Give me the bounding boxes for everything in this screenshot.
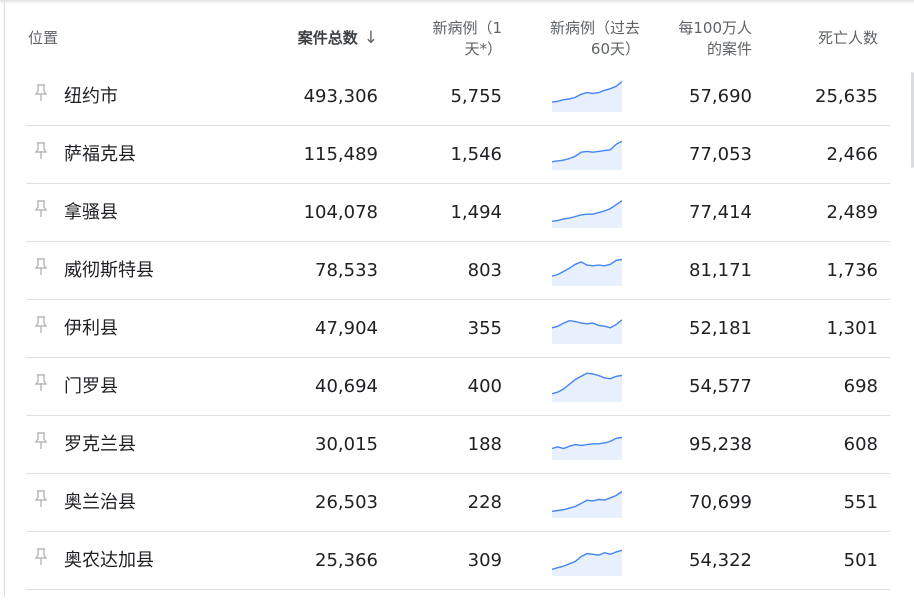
new-cases-1d-value: 400: [467, 376, 502, 397]
new-cases-1d-value: 309: [467, 550, 502, 571]
location-name[interactable]: 奥兰治县: [64, 474, 136, 531]
left-divider: [4, 0, 5, 598]
new-cases-1d-value: 228: [467, 492, 502, 513]
header-new-cases-60d[interactable]: 新病例（过去 60天）: [530, 18, 640, 60]
per-million-value: 52,181: [689, 318, 752, 339]
sparkline-60d: [551, 194, 623, 228]
sparkline-60d: [551, 310, 623, 344]
new-cases-1d-value: 355: [467, 318, 502, 339]
table-row[interactable]: 伊利县 47,904 355 52,181 1,301: [26, 300, 890, 358]
deaths-value: 551: [843, 492, 878, 513]
sparkline-60d: [551, 542, 623, 576]
new-cases-1d-value: 188: [467, 434, 502, 455]
header-total-cases-label: 案件总数: [297, 29, 358, 47]
deaths-value: 2,466: [826, 144, 878, 165]
per-million-value: 77,053: [689, 144, 752, 165]
sparkline-area: [552, 491, 622, 518]
table-row[interactable]: 罗克兰县 30,015 188 95,238 608: [26, 416, 890, 474]
table-row[interactable]: 纽约市 493,306 5,755 57,690 25,635: [26, 68, 890, 126]
deaths-value: 1,736: [826, 260, 878, 281]
location-name[interactable]: 拿骚县: [64, 184, 118, 241]
deaths-value: 608: [843, 434, 878, 455]
pin-icon[interactable]: [34, 548, 52, 605]
new-cases-1d-value: 5,755: [450, 86, 502, 107]
total-cases-value: 78,533: [315, 260, 378, 281]
deaths-value: 25,635: [815, 86, 878, 107]
new-cases-1d-value: 1,546: [450, 144, 502, 165]
table-row[interactable]: 奥兰治县 26,503 228 70,699 551: [26, 474, 890, 532]
header-new-cases-1d-label: 新病例（1 天*）: [432, 19, 502, 58]
header-location[interactable]: 位置: [28, 28, 58, 49]
header-per-million[interactable]: 每100万人 的案件: [678, 18, 752, 60]
per-million-value: 95,238: [689, 434, 752, 455]
table-header: 位置 案件总数 ↓ 新病例（1 天*） 新病例（过去 60天） 每100万人 的案件 …: [26, 14, 890, 66]
total-cases-value: 30,015: [315, 434, 378, 455]
total-cases-value: 104,078: [303, 202, 378, 223]
deaths-value: 501: [843, 550, 878, 571]
sparkline-60d: [551, 368, 623, 402]
top-shadow: [0, 0, 914, 4]
sparkline-60d: [551, 484, 623, 518]
per-million-value: 70,699: [689, 492, 752, 513]
total-cases-value: 26,503: [315, 492, 378, 513]
total-cases-value: 40,694: [315, 376, 378, 397]
table-row[interactable]: 萨福克县 115,489 1,546 77,053 2,466: [26, 126, 890, 184]
header-new-cases-1d[interactable]: 新病例（1 天*）: [432, 18, 502, 60]
sparkline-60d: [551, 136, 623, 170]
table-row[interactable]: 拿骚县 104,078 1,494 77,414 2,489: [26, 184, 890, 242]
location-name[interactable]: 萨福克县: [64, 126, 136, 183]
per-million-value: 54,322: [689, 550, 752, 571]
sparkline-60d: [551, 78, 623, 112]
table-body: 纽约市 493,306 5,755 57,690 25,635 萨福克县 115,489 1,…: [26, 68, 890, 590]
sparkline-60d: [551, 426, 623, 460]
arrow-down-icon[interactable]: ↓: [364, 28, 378, 49]
per-million-value: 54,577: [689, 376, 752, 397]
header-new-cases-60d-label: 新病例（过去 60天）: [549, 19, 640, 58]
sparkline-area: [552, 81, 622, 112]
total-cases-value: 493,306: [303, 86, 378, 107]
total-cases-value: 115,489: [303, 144, 378, 165]
total-cases-value: 25,366: [315, 550, 378, 571]
location-name[interactable]: 威彻斯特县: [64, 242, 154, 299]
deaths-value: 2,489: [826, 202, 878, 223]
sparkline-area: [552, 141, 622, 170]
per-million-value: 57,690: [689, 86, 752, 107]
location-name[interactable]: 伊利县: [64, 300, 118, 357]
location-name[interactable]: 纽约市: [64, 68, 118, 125]
location-name[interactable]: 奥农达加县: [64, 532, 154, 589]
location-name[interactable]: 门罗县: [64, 358, 118, 415]
table-row[interactable]: 门罗县 40,694 400 54,577 698: [26, 358, 890, 416]
header-per-million-label: 每100万人 的案件: [678, 19, 752, 58]
table-row[interactable]: 威彻斯特县 78,533 803 81,171 1,736: [26, 242, 890, 300]
deaths-value: 1,301: [826, 318, 878, 339]
new-cases-1d-value: 1,494: [450, 202, 502, 223]
per-million-value: 77,414: [689, 202, 752, 223]
header-deaths[interactable]: 死亡人数: [818, 28, 878, 49]
header-total-cases[interactable]: 案件总数 ↓: [298, 28, 378, 49]
location-name[interactable]: 罗克兰县: [64, 416, 136, 473]
deaths-value: 698: [843, 376, 878, 397]
total-cases-value: 47,904: [315, 318, 378, 339]
table-row[interactable]: 奥农达加县 25,366 309 54,322 501: [26, 532, 890, 590]
sparkline-60d: [551, 252, 623, 286]
per-million-value: 81,171: [689, 260, 752, 281]
new-cases-1d-value: 803: [467, 260, 502, 281]
